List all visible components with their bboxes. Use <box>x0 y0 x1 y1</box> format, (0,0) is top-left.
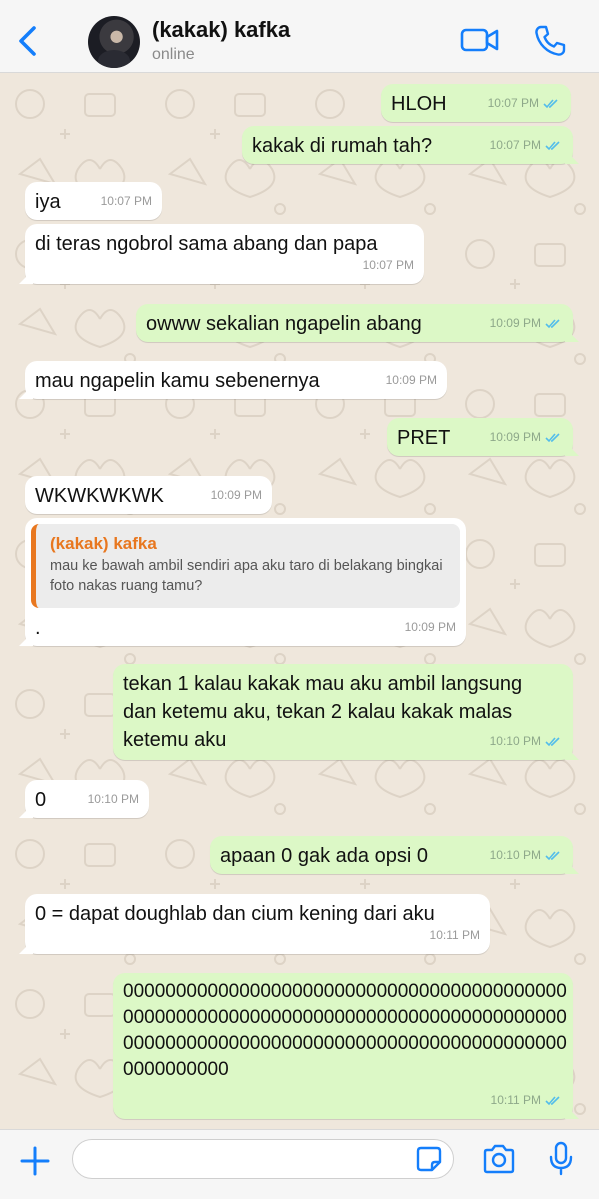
message-bubble-outgoing[interactable]: HLOH 10:07 PM <box>381 84 571 122</box>
message-meta: 10:07 PM <box>101 187 152 215</box>
message-bubble-outgoing[interactable]: owww sekalian ngapelin abang 10:09 PM <box>136 304 573 342</box>
plus-icon[interactable] <box>18 1144 52 1178</box>
message-time: 10:07 PM <box>487 96 539 110</box>
avatar[interactable] <box>88 16 140 68</box>
message-bubble-reply[interactable]: (kakak) kafka mau ke bawah ambil sendiri… <box>25 518 466 646</box>
message-text: di teras ngobrol sama abang dan papa <box>35 233 378 255</box>
double-check-icon <box>545 432 560 442</box>
message-time: 10:09 PM <box>489 430 541 444</box>
message-meta: 10:10 PM <box>88 785 139 813</box>
message-meta: 10:07 PM <box>488 89 561 117</box>
composer-bar <box>0 1129 599 1199</box>
message-text: 0000000000000000000000000000000000000000… <box>123 981 567 1080</box>
message-meta: 10:09 PM <box>490 309 563 337</box>
message-bubble-incoming[interactable]: mau ngapelin kamu sebenernya 10:09 PM <box>25 361 447 399</box>
message-meta: 10:09 PM <box>405 613 456 641</box>
message-meta: 10:11 PM <box>430 921 480 949</box>
back-chevron-icon[interactable] <box>14 24 42 58</box>
message-time: 10:11 PM <box>429 928 480 942</box>
quoted-sender: (kakak) kafka <box>50 534 157 553</box>
message-meta: 10:07 PM <box>363 251 414 279</box>
message-meta: 10:10 PM <box>490 841 563 869</box>
message-text: mau ngapelin kamu sebenernya <box>35 370 320 392</box>
message-time: 10:09 PM <box>385 373 437 387</box>
double-check-icon <box>545 736 560 746</box>
message-meta: 10:09 PM <box>386 366 437 394</box>
message-time: 10:07 PM <box>362 258 414 272</box>
message-bubble-outgoing[interactable]: PRET 10:09 PM <box>387 418 573 456</box>
microphone-icon[interactable] <box>548 1141 574 1177</box>
message-time: 10:10 PM <box>489 734 541 748</box>
double-check-icon <box>543 98 558 108</box>
message-bubble-outgoing[interactable]: 0000000000000000000000000000000000000000… <box>113 973 573 1119</box>
message-time: 10:10 PM <box>87 792 139 806</box>
contact-status: online <box>152 46 195 63</box>
double-check-icon <box>545 318 560 328</box>
chat-header: (kakak) kafka online <box>0 0 599 73</box>
message-bubble-incoming[interactable]: di teras ngobrol sama abang dan papa 10:… <box>25 224 424 284</box>
contact-name[interactable]: (kakak) kafka <box>152 17 290 43</box>
message-bubble-incoming[interactable]: 0 = dapat doughlab dan cium kening dari … <box>25 894 490 954</box>
message-meta: 10:09 PM <box>490 423 563 451</box>
message-bubble-incoming[interactable]: 0 10:10 PM <box>25 780 149 818</box>
video-call-icon[interactable] <box>460 26 500 54</box>
message-bubble-incoming[interactable]: iya 10:07 PM <box>25 182 162 220</box>
message-meta: 10:11 PM <box>491 1086 563 1114</box>
message-time: 10:09 PM <box>404 620 456 634</box>
message-bubble-outgoing[interactable]: kakak di rumah tah? 10:07 PM <box>242 126 573 164</box>
message-input[interactable] <box>72 1139 454 1179</box>
double-check-icon <box>545 1095 560 1105</box>
message-bubble-outgoing[interactable]: apaan 0 gak ada opsi 0 10:10 PM <box>210 836 573 874</box>
conversation[interactable]: HLOH 10:07 PM kakak di rumah tah? 10:07 … <box>0 74 599 1129</box>
double-check-icon <box>545 850 560 860</box>
message-text: . <box>35 617 41 639</box>
phone-call-icon[interactable] <box>533 24 567 58</box>
message-time: 10:09 PM <box>210 488 262 502</box>
message-text: 0 = dapat doughlab dan cium kening dari … <box>35 903 435 925</box>
quoted-text: mau ke bawah ambil sendiri apa aku taro … <box>50 558 443 594</box>
message-bubble-outgoing[interactable]: tekan 1 kalau kakak mau aku ambil langsu… <box>113 664 573 760</box>
message-time: 10:10 PM <box>489 848 541 862</box>
camera-icon[interactable] <box>481 1143 517 1175</box>
message-meta: 10:09 PM <box>211 481 262 509</box>
quoted-message[interactable]: (kakak) kafka mau ke bawah ambil sendiri… <box>31 524 460 608</box>
message-time: 10:07 PM <box>100 194 152 208</box>
sticker-icon[interactable] <box>415 1145 443 1173</box>
message-time: 10:07 PM <box>489 138 541 152</box>
message-meta: 10:07 PM <box>490 131 563 159</box>
double-check-icon <box>545 140 560 150</box>
message-time: 10:11 PM <box>490 1093 541 1107</box>
message-bubble-incoming[interactable]: WKWKWKWK 10:09 PM <box>25 476 272 514</box>
message-meta: 10:10 PM <box>490 727 563 755</box>
message-time: 10:09 PM <box>489 316 541 330</box>
